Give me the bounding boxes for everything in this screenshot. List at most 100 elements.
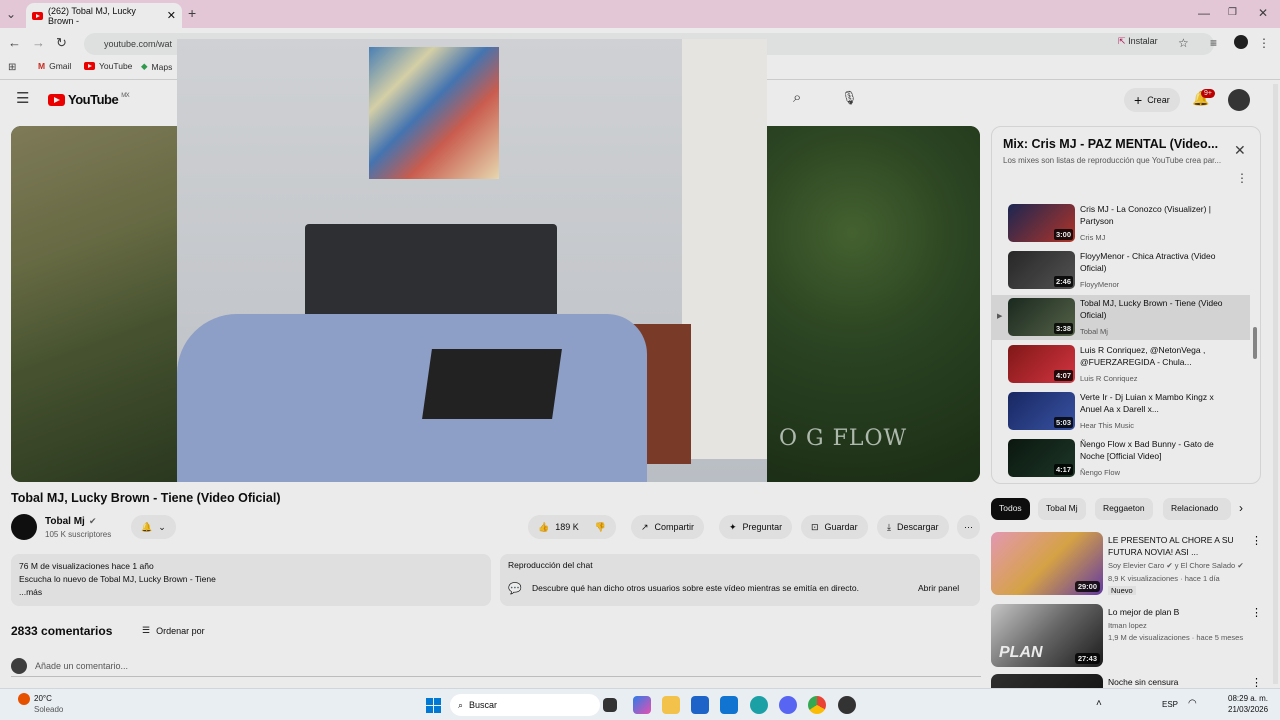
download-button[interactable]: ⤓ Descargar [877, 515, 949, 539]
gmail-icon: M [38, 61, 46, 71]
bookmark-youtube[interactable]: YouTube [84, 61, 132, 71]
subscribe-bell-button[interactable]: 🔔 ⌄ [131, 515, 176, 539]
recommendation-item[interactable]: Noche sin censura ⋮ [991, 674, 1262, 688]
apps-grid-icon[interactable]: ⊞ [8, 61, 16, 75]
chip-related[interactable]: Relacionado [1163, 498, 1231, 520]
browser-menu-icon[interactable]: ⋮ [1258, 36, 1270, 50]
more-actions-button[interactable]: ⋯ [957, 515, 980, 539]
profile-avatar[interactable] [1234, 35, 1248, 49]
install-button[interactable]: ⇱ Instalar [1118, 36, 1158, 47]
mix-thumbnail: 4:07 [1008, 345, 1075, 383]
rec-channel: Itman lopez [1108, 621, 1147, 630]
task-view-icon[interactable] [603, 698, 617, 712]
description-box[interactable]: 76 M de visualizaciones hace 1 año Escuc… [11, 554, 491, 606]
add-comment-field[interactable]: Añade un comentario... [11, 655, 981, 677]
close-tab-icon[interactable]: ✕ [167, 9, 176, 22]
chevron-right-icon[interactable]: › [1239, 501, 1243, 515]
open-panel-button[interactable]: Abrir panel [918, 583, 959, 593]
weather-temp[interactable]: 20°C [34, 694, 52, 703]
rec-thumb-text: PLAN [999, 644, 1043, 661]
mix-item[interactable]: 5:03 Verte Ir - Dj Luian x Mambo Kingz x… [992, 389, 1250, 434]
youtube-icon [84, 62, 95, 70]
close-icon[interactable]: ✕ [1234, 143, 1246, 157]
ask-button[interactable]: ✦ Preguntar [719, 515, 793, 539]
forward-icon[interactable]: → [32, 36, 45, 50]
new-tab-icon[interactable]: + [188, 6, 196, 20]
bookmark-gmail[interactable]: M Gmail [38, 61, 71, 71]
mix-item-title: FloyyMenor - Chica Atractiva (Video Ofic… [1080, 251, 1216, 273]
search-icon[interactable]: ⌕ [793, 90, 801, 105]
share-button[interactable]: ↗ Compartir [631, 515, 705, 539]
tray-chevron-icon[interactable]: ˄ [1096, 698, 1102, 709]
minimize-icon[interactable]: — [1198, 6, 1210, 20]
chip-reggaeton[interactable]: Reggaeton [1095, 498, 1153, 520]
mix-item-channel: Luis R Conriquez [1080, 374, 1138, 383]
recommendation-item[interactable]: 29:00 LE PRESENTO AL CHORE A SU FUTURA N… [991, 532, 1262, 596]
copilot-icon[interactable] [633, 696, 651, 714]
chip-tobal-mj[interactable]: Tobal Mj [1038, 498, 1086, 520]
chrome-icon[interactable] [808, 696, 826, 714]
hamburger-menu-icon[interactable]: ☰ [16, 91, 29, 106]
channel-name[interactable]: Tobal Mj [45, 516, 85, 527]
recorder-icon[interactable] [838, 696, 856, 714]
verified-icon: ✔ [1166, 561, 1173, 570]
webcam-overlay [177, 39, 767, 482]
taskbar-search[interactable]: ⌕ Buscar [450, 694, 600, 716]
mix-item[interactable]: 2:46 FloyyMenor - Chica Atractiva (Video… [992, 248, 1250, 293]
mix-scrollbar[interactable] [1253, 327, 1257, 359]
duration: 5:03 [1053, 417, 1073, 428]
youtube-logo[interactable]: YouTube MX [48, 92, 130, 107]
rec-menu-icon[interactable]: ⋮ [1251, 606, 1262, 619]
wifi-icon[interactable]: ◠ [1188, 698, 1197, 709]
tab-menu-icon[interactable]: ⌄ [6, 7, 16, 21]
webcam-wall [682, 39, 767, 459]
close-window-icon[interactable]: ✕ [1258, 6, 1268, 20]
sort-label: Ordenar por [156, 625, 205, 636]
mix-thumbnail: 2:46 [1008, 251, 1075, 289]
start-icon[interactable] [426, 698, 441, 713]
store-icon[interactable] [691, 696, 709, 714]
file-explorer-icon[interactable] [662, 696, 680, 714]
clock-time[interactable]: 08:29 a. m. [1228, 694, 1268, 703]
rec-channel-name-2: y El Chore Salado [1174, 561, 1236, 570]
verified-icon: ✔ [1237, 561, 1244, 570]
bookmark-star-icon[interactable]: ☆ [1178, 36, 1189, 50]
rec-menu-icon[interactable]: ⋮ [1251, 534, 1262, 547]
install-label: Instalar [1128, 36, 1158, 46]
browser-tab[interactable]: (262) Tobal MJ, Lucky Brown - ✕ [26, 3, 182, 28]
language-indicator[interactable]: ESP [1162, 700, 1178, 709]
chip-all[interactable]: Todos [991, 498, 1030, 520]
mix-item[interactable]: 3:00 Cris MJ - La Conozco (Visualizer) |… [992, 201, 1250, 246]
webcam-painting [369, 47, 499, 179]
page-scrollbar[interactable] [1273, 84, 1278, 684]
bookmark-label: YouTube [99, 61, 133, 71]
maximize-icon[interactable]: ❐ [1228, 6, 1237, 20]
discord-icon[interactable] [779, 696, 797, 714]
reload-icon[interactable]: ↻ [56, 36, 67, 50]
channel-avatar[interactable] [11, 514, 37, 540]
mix-item[interactable]: 4:07 Luis R Conriquez, @NetonVega , @FUE… [992, 342, 1250, 387]
create-button[interactable]: + Crear [1124, 88, 1180, 112]
dislike-icon[interactable]: 👎 [595, 522, 606, 533]
back-icon[interactable]: ← [8, 36, 21, 50]
bookmark-maps[interactable]: ◆ Maps [141, 61, 172, 72]
sort-icon: ☰ [142, 625, 151, 635]
user-avatar[interactable] [1228, 89, 1250, 111]
sort-by-button[interactable]: ☰ Ordenar por [142, 625, 205, 636]
mix-menu-icon[interactable]: ⋮ [1236, 171, 1248, 185]
edge-icon[interactable] [750, 696, 768, 714]
rec-menu-icon[interactable]: ⋮ [1251, 676, 1262, 688]
rec-channel-name: Soy Elevier Caro [1108, 561, 1165, 570]
recommendation-item[interactable]: PLAN 27:43 Lo mejor de plan B Itman lope… [991, 604, 1262, 668]
mix-item-channel: Ñengo Flow [1080, 468, 1121, 477]
mic-icon[interactable]: 🎙 [841, 91, 858, 105]
duration: 3:00 [1053, 229, 1073, 240]
rec-title: Noche sin censura [1108, 677, 1179, 687]
save-button[interactable]: ⊡ Guardar [801, 515, 868, 539]
reading-list-icon[interactable]: ≡ [1210, 36, 1217, 50]
mix-item-current[interactable]: ▶ 3:38 Tobal MJ, Lucky Brown - Tiene (Vi… [992, 295, 1250, 340]
outlook-icon[interactable] [720, 696, 738, 714]
show-more-link[interactable]: ...más [19, 586, 483, 599]
mix-item[interactable]: 4:17 Ñengo Flow x Bad Bunny - Gato de No… [992, 436, 1250, 481]
like-button[interactable]: 👍 189 K 👎 [528, 515, 616, 539]
